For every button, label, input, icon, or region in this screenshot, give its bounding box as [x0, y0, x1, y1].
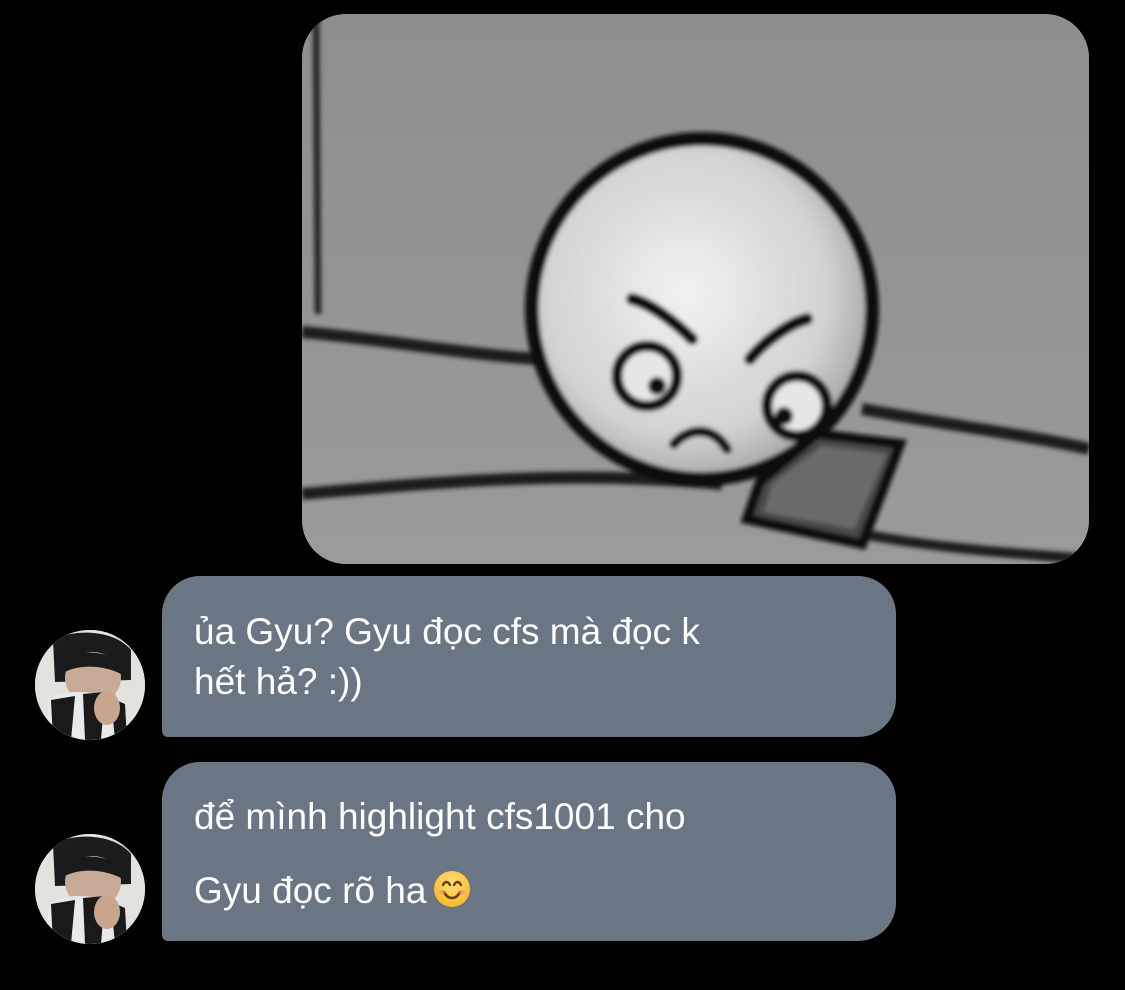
- sender-avatar[interactable]: [35, 834, 145, 944]
- user-avatar-photo: [35, 630, 145, 740]
- shared-image-bubble[interactable]: [302, 14, 1089, 564]
- message-line: ủa Gyu? Gyu đọc cfs mà đọc k: [194, 611, 700, 652]
- sender-avatar[interactable]: [35, 630, 145, 740]
- incoming-message-bubble[interactable]: để mình highlight cfs1001 cho Gyu đọc rõ…: [162, 762, 896, 941]
- user-avatar-photo: [35, 834, 145, 944]
- angry-cartoon-face-image: [302, 14, 1089, 564]
- incoming-message-bubble[interactable]: ủa Gyu? Gyu đọc cfs mà đọc k hết hả? :)): [162, 576, 896, 737]
- message-line: để mình highlight cfs1001 cho: [194, 796, 686, 837]
- message-line: Gyu đọc rõ ha: [194, 870, 427, 911]
- message-line: hết hả? :)): [194, 661, 363, 702]
- chat-thread: ủa Gyu? Gyu đọc cfs mà đọc k hết hả? :))…: [0, 0, 1125, 990]
- smiling-face-emoji: [434, 871, 471, 907]
